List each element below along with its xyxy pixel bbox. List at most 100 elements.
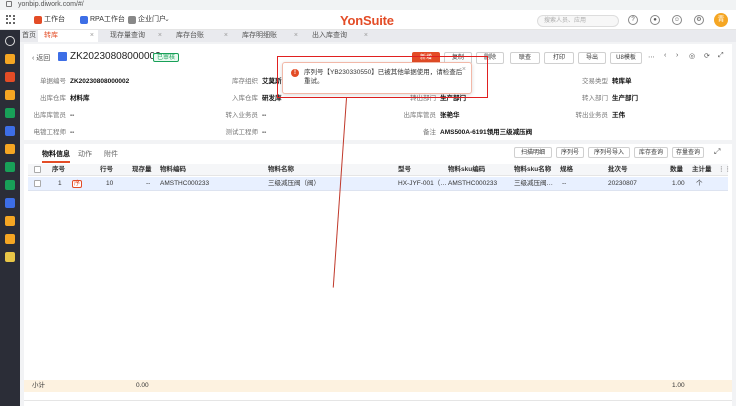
nav-item-6-icon[interactable] bbox=[5, 144, 15, 154]
error-toast: ! 序列号【YB230330550】已被其他单据使用，请检查后重试。 × bbox=[282, 62, 472, 94]
row-qty: 1.00 bbox=[672, 180, 685, 187]
select-all-checkbox[interactable] bbox=[34, 166, 41, 173]
serial-tag[interactable]: 序 bbox=[72, 180, 82, 188]
quantity-query-button[interactable]: 存量查询 bbox=[672, 147, 704, 158]
print-button[interactable]: 打印 bbox=[544, 52, 574, 64]
stock-query-button[interactable]: 库存查询 bbox=[634, 147, 668, 158]
more-options-icon[interactable]: ⋯ bbox=[648, 53, 655, 61]
field-stock-org: 库存组织 艾莫斯 bbox=[232, 78, 282, 85]
col-sku-name: 物料sku名称 bbox=[514, 166, 552, 173]
row-batch: 20230807 bbox=[608, 180, 637, 187]
u8-template-button[interactable]: U8模板 bbox=[610, 52, 642, 64]
close-icon: × bbox=[293, 32, 298, 39]
table-header: 序号 行号 现存量 物料编码 物料名称 型号 物料sku编码 物料sku名称 规… bbox=[28, 164, 731, 176]
target-icon[interactable]: ◎ bbox=[689, 52, 695, 60]
lines-section: 物料信息 动作 附件 扫描明细 序列号 序列号导入 库存查询 存量查询 ⤢ 序号… bbox=[24, 144, 732, 406]
subtotal-label: 小计 bbox=[32, 382, 45, 389]
workbench-icon bbox=[34, 16, 42, 24]
close-icon[interactable]: × bbox=[462, 66, 466, 73]
nav-item-4-icon[interactable] bbox=[5, 108, 15, 118]
table-row[interactable]: 1 序 10 -- AMSTHC000233 三级减压阀（阀） HX-JYF-0… bbox=[28, 177, 728, 191]
col-sku-code: 物料sku编码 bbox=[448, 166, 486, 173]
serial-number-button[interactable]: 序列号 bbox=[556, 147, 584, 158]
nav-item-3-icon[interactable] bbox=[5, 90, 15, 100]
tab-material-info[interactable]: 物料信息 bbox=[42, 149, 70, 163]
col-code: 物料编码 bbox=[160, 166, 186, 173]
rpa-chip[interactable]: RPA工作台 bbox=[80, 14, 125, 26]
app-header: 工作台 RPA工作台 企业门户 ⌄ YonSuite 搜索人员、应用 ? ● ☺… bbox=[0, 10, 736, 30]
refresh-icon[interactable]: ⟳ bbox=[704, 52, 710, 60]
tab-bar: 首页 转库 × 现存量查询 × 库存台账 × 库存明细账 × 出入库查询 × bbox=[20, 30, 736, 42]
subtotal-qty: 1.00 bbox=[672, 382, 685, 389]
field-transaction-type: 交易类型 转库单 bbox=[582, 78, 632, 85]
menu-grid-icon[interactable] bbox=[6, 15, 15, 24]
linked-query-button[interactable]: 联查 bbox=[510, 52, 540, 64]
close-icon: × bbox=[157, 32, 162, 39]
nav-item-12-icon[interactable] bbox=[5, 252, 15, 262]
field-test-engineer: 测试工程师 -- bbox=[225, 129, 267, 136]
nav-item-11-icon[interactable] bbox=[5, 234, 15, 244]
nav-item-9-icon[interactable] bbox=[5, 198, 15, 208]
tab-actions[interactable]: 动作 bbox=[78, 149, 92, 159]
serial-import-button[interactable]: 序列号导入 bbox=[588, 147, 630, 158]
tab-home[interactable]: 首页 bbox=[22, 30, 36, 42]
bell-icon[interactable]: ● bbox=[650, 15, 660, 25]
col-spec: 规格 bbox=[560, 166, 573, 173]
portal-chip[interactable]: 企业门户 bbox=[128, 14, 166, 26]
global-search-input[interactable]: 搜索人员、应用 bbox=[537, 15, 619, 27]
column-settings-icon[interactable]: ⋮⋮ bbox=[718, 164, 731, 176]
row-line: 10 bbox=[106, 180, 114, 187]
subtotal-row: 小计 0.00 1.00 bbox=[24, 380, 732, 392]
expand-icon[interactable]: ⤢ bbox=[714, 147, 720, 157]
tab-stock-query[interactable]: 现存量查询 × bbox=[104, 30, 166, 42]
search-icon[interactable] bbox=[5, 36, 15, 46]
prev-icon[interactable]: ‹ bbox=[664, 52, 666, 59]
help-icon[interactable]: ? bbox=[628, 15, 638, 25]
field-remark: 备注 AMS500A-6191领用三级减压阀 bbox=[423, 129, 533, 136]
nav-item-1-icon[interactable] bbox=[5, 54, 15, 64]
col-line: 行号 bbox=[100, 166, 113, 173]
tab-attachments[interactable]: 附件 bbox=[104, 149, 118, 159]
subtotal-stock: 0.00 bbox=[136, 382, 149, 389]
nav-item-8-icon[interactable] bbox=[5, 180, 15, 190]
col-model: 型号 bbox=[398, 166, 411, 173]
back-button[interactable]: ‹ 返回 bbox=[32, 53, 50, 63]
url-text: yonbip.diwork.com/#/ bbox=[18, 1, 84, 8]
nav-item-10-icon[interactable] bbox=[5, 216, 15, 226]
workbench-chip[interactable]: 工作台 bbox=[34, 14, 65, 26]
page-title: ZK20230808000002 bbox=[70, 51, 161, 62]
avatar[interactable]: 青 bbox=[714, 13, 728, 27]
scan-detail-button[interactable]: 扫描明细 bbox=[514, 147, 552, 158]
row-sku-name: 三级减压阀… bbox=[514, 180, 553, 187]
nav-item-7-icon[interactable] bbox=[5, 162, 15, 172]
nav-item-5-icon[interactable] bbox=[5, 126, 15, 136]
row-model: HX-JYF-001（… bbox=[398, 180, 447, 187]
next-icon[interactable]: › bbox=[676, 52, 678, 59]
col-name: 物料名称 bbox=[268, 166, 294, 173]
app-logo: YonSuite bbox=[340, 13, 394, 28]
tab-transfer[interactable]: 转库 × bbox=[38, 30, 98, 42]
fullscreen-icon[interactable]: ⤢ bbox=[718, 52, 724, 60]
status-badge: 已审核 bbox=[153, 53, 180, 62]
row-checkbox[interactable] bbox=[34, 180, 41, 187]
col-seq: 序号 bbox=[52, 166, 65, 173]
nav-item-2-icon[interactable] bbox=[5, 72, 15, 82]
tab-io-query[interactable]: 出入库查询 × bbox=[306, 30, 372, 42]
user-icon[interactable]: ☺ bbox=[672, 15, 682, 25]
settings-icon[interactable]: ⚙ bbox=[694, 15, 704, 25]
field-doc-number: 单据编号 ZK20230808000002 bbox=[40, 78, 130, 85]
table-footer bbox=[24, 400, 732, 406]
browser-window: yonbip.diwork.com/#/ 工作台 RPA工作台 企业门户 ⌄ Y… bbox=[0, 0, 736, 406]
field-in-warehouse: 入库仓库 研发库 bbox=[232, 95, 282, 102]
field-plating-engineer: 电镀工程师 -- bbox=[33, 129, 75, 136]
lock-icon bbox=[6, 1, 12, 7]
field-out-warehouse: 出库仓库 材料库 bbox=[40, 95, 90, 102]
row-stock: -- bbox=[146, 180, 151, 187]
field-in-dept: 转入部门 生产部门 bbox=[582, 95, 638, 102]
export-button[interactable]: 导出 bbox=[578, 52, 606, 64]
tab-inventory-detail[interactable]: 库存明细账 × bbox=[236, 30, 302, 42]
url-bar[interactable]: yonbip.diwork.com/#/ bbox=[0, 0, 736, 10]
col-qty: 数量 bbox=[670, 166, 683, 173]
tab-inventory-ledger[interactable]: 库存台账 × bbox=[170, 30, 232, 42]
chevron-down-icon[interactable]: ⌄ bbox=[164, 15, 170, 23]
